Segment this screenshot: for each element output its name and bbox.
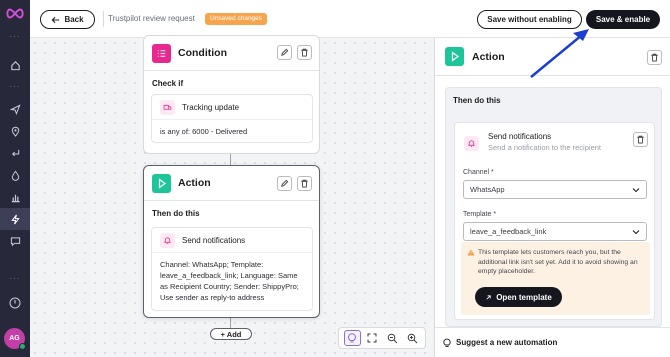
rail-divider: ··· xyxy=(9,82,21,91)
location-icon[interactable] xyxy=(0,120,30,142)
rail-divider: ··· xyxy=(9,274,21,283)
app-logo-icon[interactable] xyxy=(5,6,25,20)
truck-icon xyxy=(160,99,175,115)
zoom-controls xyxy=(338,327,426,349)
fit-view-icon[interactable] xyxy=(364,330,381,346)
step-subtitle: Send a notification to the recipient xyxy=(488,143,601,152)
delete-button[interactable] xyxy=(647,50,662,65)
action-step[interactable]: Send notifications Channel: WhatsApp; Te… xyxy=(151,227,313,311)
power-icon[interactable] xyxy=(0,292,30,314)
rule-title: Tracking update xyxy=(182,102,240,112)
home-icon[interactable] xyxy=(0,54,30,76)
return-icon[interactable] xyxy=(0,142,30,164)
node-title: Action xyxy=(178,177,211,189)
step-detail: Channel: WhatsApp; Template: leave_a_fee… xyxy=(160,260,299,302)
open-template-button[interactable]: Open template xyxy=(475,287,562,307)
bell-icon xyxy=(464,136,479,151)
condition-icon xyxy=(152,43,171,63)
save-and-enable-button[interactable]: Save & enable xyxy=(586,10,660,29)
suggest-automation-link[interactable]: Suggest a new automation xyxy=(435,327,670,357)
warning-callout: This template lets customers reach you, … xyxy=(461,242,650,315)
channel-value: WhatsApp xyxy=(470,185,505,194)
pencil-icon xyxy=(281,179,289,187)
trash-icon xyxy=(637,135,644,144)
external-link-icon xyxy=(486,294,491,300)
pencil-icon xyxy=(281,48,289,56)
back-label: Back xyxy=(64,15,84,24)
section-label: Then do this xyxy=(152,209,200,218)
send-notifications-card: Send notifications Send a notification t… xyxy=(454,122,655,320)
edit-button[interactable] xyxy=(277,45,292,60)
trash-icon xyxy=(301,48,308,57)
panel-title: Action xyxy=(472,50,505,63)
chart-icon[interactable] xyxy=(0,186,30,208)
rule-value: is any of: 6000 - Delivered xyxy=(160,127,248,136)
connector-line xyxy=(230,154,231,165)
send-icon[interactable] xyxy=(0,98,30,120)
save-without-enabling-button[interactable]: Save without enabling xyxy=(477,10,582,29)
section-label: Check if xyxy=(152,79,184,88)
bell-icon xyxy=(160,232,175,248)
breadcrumb: Trustpilot review request xyxy=(108,14,195,23)
node-title: Condition xyxy=(178,47,227,59)
template-label: Template * xyxy=(463,211,497,218)
avatar[interactable]: AG xyxy=(4,328,26,350)
lightning-icon[interactable] xyxy=(0,208,30,230)
top-bar: Back Trustpilot review request Unsaved c… xyxy=(30,0,670,38)
section-label: Then do this xyxy=(453,96,501,105)
panel-body: Then do this Send notifications Send a n… xyxy=(445,87,662,327)
warning-icon xyxy=(467,249,475,256)
play-icon xyxy=(445,47,464,66)
action-node[interactable]: Action Then do this Send notifications C… xyxy=(143,165,320,318)
delete-button[interactable] xyxy=(297,45,312,60)
chevron-down-icon xyxy=(632,230,640,235)
lightbulb-icon[interactable] xyxy=(343,330,361,346)
left-rail: ··· ··· ··· AG xyxy=(0,0,30,357)
drop-icon[interactable] xyxy=(0,164,30,186)
action-panel: Action Then do this Send notifications S… xyxy=(434,38,670,357)
chat-icon[interactable] xyxy=(0,230,30,252)
suggest-label: Suggest a new automation xyxy=(456,338,558,347)
delete-button[interactable] xyxy=(297,176,312,191)
trash-icon xyxy=(301,179,308,188)
workflow-canvas[interactable]: Condition Check if Tracking update is an… xyxy=(30,35,434,357)
avatar-initials: AG xyxy=(9,335,20,342)
status-badge: Unsaved changes xyxy=(205,13,268,25)
channel-select[interactable]: WhatsApp xyxy=(463,180,647,199)
arrow-left-icon xyxy=(52,16,60,23)
delete-step-button[interactable] xyxy=(633,132,648,147)
open-template-label: Open template xyxy=(496,292,552,302)
zoom-in-icon[interactable] xyxy=(404,330,421,346)
step-title: Send notifications xyxy=(182,235,246,245)
edit-button[interactable] xyxy=(277,176,292,191)
channel-label: Channel * xyxy=(463,169,494,176)
step-title: Send notifications xyxy=(488,132,552,141)
zoom-out-icon[interactable] xyxy=(384,330,401,346)
rail-divider: ··· xyxy=(9,32,21,41)
template-select[interactable]: leave_a_feedback_link xyxy=(463,222,647,241)
chevron-down-icon xyxy=(632,188,640,193)
condition-node[interactable]: Condition Check if Tracking update is an… xyxy=(143,35,320,154)
lightbulb-icon xyxy=(443,338,451,347)
template-value: leave_a_feedback_link xyxy=(470,227,547,236)
back-button[interactable]: Back xyxy=(40,10,95,29)
divider xyxy=(103,11,104,27)
online-status-dot xyxy=(19,343,26,350)
condition-rule[interactable]: Tracking update is any of: 6000 - Delive… xyxy=(151,94,313,143)
trash-icon xyxy=(651,53,658,62)
connector-line xyxy=(230,318,231,328)
add-step-button[interactable]: + Add xyxy=(210,328,252,340)
warning-text: This template lets customers reach you, … xyxy=(478,249,638,275)
play-icon xyxy=(152,173,171,193)
